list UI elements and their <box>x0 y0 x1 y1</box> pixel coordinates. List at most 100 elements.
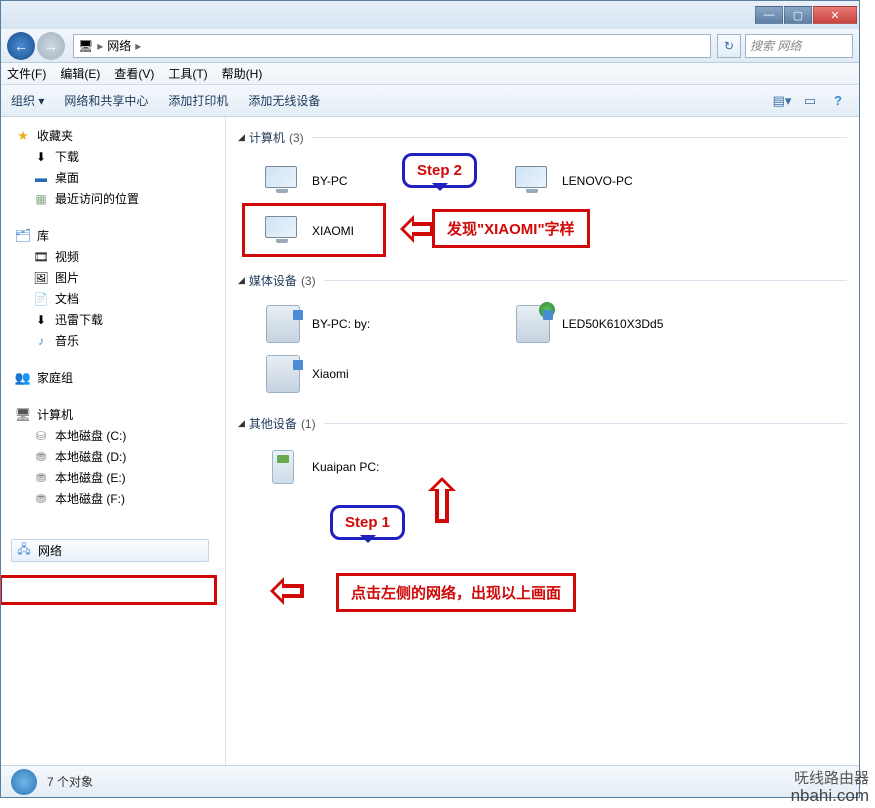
annotation-step2-callout: Step 2 <box>402 153 477 188</box>
watermark-en: nbahi.com <box>791 787 869 804</box>
menu-edit[interactable]: 编辑(E) <box>60 65 100 82</box>
status-text: 7 个对象 <box>47 773 93 790</box>
media-device-icon <box>262 353 304 395</box>
menu-tools[interactable]: 工具(T) <box>168 65 207 82</box>
library-icon: 🗂 <box>15 228 31 244</box>
media-device-icon <box>512 303 554 345</box>
nav-bar: ← → 🖥 ▸ 网络 ▸ ↻ 搜索 网络 <box>1 29 859 63</box>
annotation-step1-callout: Step 1 <box>330 505 405 540</box>
sidebar-item-drive-e[interactable]: ⛃本地磁盘 (E:) <box>15 467 225 488</box>
body-split: ★收藏夹 ⬇下载 ▬桌面 ▦最近访问的位置 🗂库 🎞视频 🖼图片 📄文档 ⬇迅雷… <box>1 117 859 767</box>
annotation-click-network: 点击左侧的网络，出现以上画面 <box>336 573 576 612</box>
menu-file[interactable]: 文件(F) <box>7 65 46 82</box>
sidebar-item-recent[interactable]: ▦最近访问的位置 <box>15 188 225 209</box>
breadcrumb-sep: ▸ <box>97 39 103 53</box>
network-icon: 🖧 <box>16 543 32 559</box>
drive-icon: ⛁ <box>33 428 49 444</box>
breadcrumb-network[interactable]: 网络 <box>107 37 131 54</box>
group-header-media[interactable]: ◢ 媒体设备 (3) <box>238 268 847 293</box>
device-icon <box>262 446 304 488</box>
forward-button[interactable]: → <box>37 32 65 60</box>
sidebar-item-videos[interactable]: 🎞视频 <box>15 246 225 267</box>
chevron-down-icon: ▾ <box>785 93 792 109</box>
download-icon: ⬇ <box>33 149 49 165</box>
search-input[interactable]: 搜索 网络 <box>745 34 853 58</box>
add-wireless-button[interactable]: 添加无线设备 <box>248 92 320 109</box>
xunlei-icon: ⬇ <box>33 312 49 328</box>
sidebar-favorites[interactable]: ★收藏夹 <box>15 125 225 146</box>
collapse-icon: ◢ <box>238 132 245 143</box>
sidebar-item-drive-f[interactable]: ⛃本地磁盘 (F:) <box>15 488 225 509</box>
menu-view[interactable]: 查看(V) <box>114 65 154 82</box>
sidebar-computer[interactable]: 🖥计算机 <box>15 404 225 425</box>
media-device-xiaomi[interactable]: Xiaomi <box>258 349 508 399</box>
breadcrumb-sep-2: ▸ <box>135 39 141 53</box>
sidebar-item-desktop[interactable]: ▬桌面 <box>15 167 225 188</box>
collapse-icon: ◢ <box>238 275 245 286</box>
preview-pane-button[interactable]: ▭ <box>799 91 821 111</box>
homegroup-icon: 👥 <box>15 370 31 386</box>
divider <box>324 280 847 281</box>
content-pane: ◢ 计算机 (3) BY-PC LENOVO-PC XIAOMI <box>226 117 859 767</box>
computer-icon: 🖥 <box>15 407 31 423</box>
minimize-button[interactable]: — <box>755 6 783 24</box>
star-icon: ★ <box>15 128 31 144</box>
title-bar: — ▢ ✕ <box>1 1 859 29</box>
command-bar: 组织 ▾ 网络和共享中心 添加打印机 添加无线设备 ▤▾ ▭ ? <box>1 85 859 117</box>
computer-icon <box>262 160 304 202</box>
sidebar-item-downloads[interactable]: ⬇下载 <box>15 146 225 167</box>
maximize-button[interactable]: ▢ <box>784 6 812 24</box>
sidebar-item-xunlei[interactable]: ⬇迅雷下载 <box>15 309 225 330</box>
network-share-center-button[interactable]: 网络和共享中心 <box>64 92 148 109</box>
address-bar[interactable]: 🖥 ▸ 网络 ▸ <box>73 34 711 58</box>
annotation-found-xiaomi: 发现"XIAOMI"字样 <box>432 209 590 248</box>
computer-icon <box>512 160 554 202</box>
media-device-bypc[interactable]: BY-PC: by: <box>258 299 508 349</box>
media-device-led[interactable]: LED50K610X3Dd5 <box>508 299 758 349</box>
video-icon: 🎞 <box>33 249 49 265</box>
help-button[interactable]: ? <box>827 91 849 111</box>
annotation-highlight-sidebar-network <box>1 575 217 605</box>
organize-button[interactable]: 组织 ▾ <box>11 92 44 109</box>
status-bar: 7 个对象 <box>1 765 859 797</box>
divider <box>324 423 847 424</box>
group-header-other[interactable]: ◢ 其他设备 (1) <box>238 411 847 436</box>
view-icon: ▤ <box>773 93 785 109</box>
drive-icon: ⛃ <box>33 491 49 507</box>
watermark-cn: 呒线路由器 <box>791 772 869 787</box>
sidebar-item-network[interactable]: 🖧网络 <box>11 539 209 562</box>
add-printer-button[interactable]: 添加打印机 <box>168 92 228 109</box>
view-options-button[interactable]: ▤▾ <box>771 91 793 111</box>
sidebar-homegroup[interactable]: 👥家庭组 <box>15 367 225 388</box>
navigation-pane: ★收藏夹 ⬇下载 ▬桌面 ▦最近访问的位置 🗂库 🎞视频 🖼图片 📄文档 ⬇迅雷… <box>1 117 226 767</box>
menu-help[interactable]: 帮助(H) <box>222 65 263 82</box>
back-button[interactable]: ← <box>7 32 35 60</box>
drive-icon: ⛃ <box>33 449 49 465</box>
divider <box>312 137 847 138</box>
sidebar-item-music[interactable]: ♪音乐 <box>15 330 225 351</box>
watermark: 呒线路由器 nbahi.com <box>791 772 869 804</box>
desktop-icon: ▬ <box>33 170 49 186</box>
sidebar-item-drive-c[interactable]: ⛁本地磁盘 (C:) <box>15 425 225 446</box>
document-icon: 📄 <box>33 291 49 307</box>
explorer-window: — ▢ ✕ ← → 🖥 ▸ 网络 ▸ ↻ 搜索 网络 文件(F) 编辑(E) 查… <box>0 0 860 798</box>
group-header-computers[interactable]: ◢ 计算机 (3) <box>238 125 847 150</box>
collapse-icon: ◢ <box>238 418 245 429</box>
annotation-highlight-xiaomi <box>242 203 386 257</box>
recent-icon: ▦ <box>33 191 49 207</box>
menu-bar: 文件(F) 编辑(E) 查看(V) 工具(T) 帮助(H) <box>1 63 859 85</box>
network-computer-lenovo[interactable]: LENOVO-PC <box>508 156 758 206</box>
network-globe-icon <box>11 769 37 795</box>
breadcrumb-root-icon[interactable]: 🖥 <box>78 39 93 53</box>
sidebar-item-pictures[interactable]: 🖼图片 <box>15 267 225 288</box>
picture-icon: 🖼 <box>33 270 49 286</box>
music-icon: ♪ <box>33 333 49 349</box>
media-device-icon <box>262 303 304 345</box>
sidebar-item-documents[interactable]: 📄文档 <box>15 288 225 309</box>
sidebar-library[interactable]: 🗂库 <box>15 225 225 246</box>
refresh-button[interactable]: ↻ <box>717 34 741 58</box>
other-device-kuaipan[interactable]: Kuaipan PC: <box>258 442 508 492</box>
chevron-down-icon: ▾ <box>38 94 44 108</box>
sidebar-item-drive-d[interactable]: ⛃本地磁盘 (D:) <box>15 446 225 467</box>
close-button[interactable]: ✕ <box>813 6 857 24</box>
